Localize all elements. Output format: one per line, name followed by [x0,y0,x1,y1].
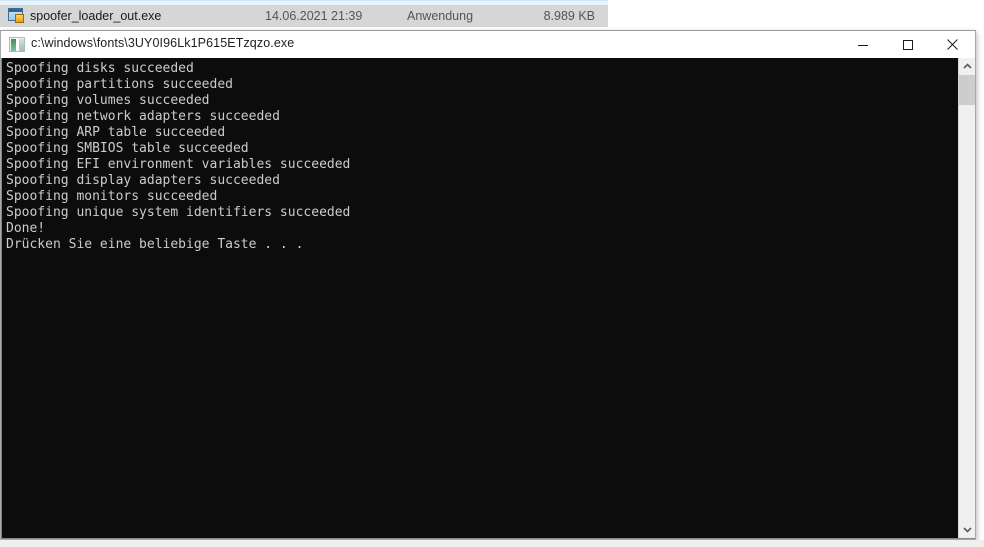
chevron-up-icon [962,63,972,69]
scrollbar-thumb[interactable] [959,75,975,105]
desktop-bottom-filler [0,540,984,547]
console-window: c:\windows\fonts\3UY0I96Lk1P615ETzqzo.ex… [0,30,976,540]
chevron-down-icon [962,527,972,533]
console-client-area[interactable]: Spoofing disks succeeded Spoofing partiti… [1,58,975,539]
console-line: Spoofing ARP table succeeded [6,125,226,140]
explorer-cell-date: 14.06.2021 21:39 [265,9,363,23]
window-controls [840,31,975,58]
console-line: Spoofing monitors succeeded [6,189,218,204]
maximize-button[interactable] [885,31,930,58]
scrollbar-up-button[interactable] [959,58,975,75]
console-line: Spoofing EFI environment variables succe… [6,157,351,172]
scrollbar-down-button[interactable] [959,521,975,538]
console-line: Spoofing volumes succeeded [6,93,210,108]
exe-application-icon [8,8,25,24]
console-line: Spoofing network adapters succeeded [6,109,280,124]
console-line: Spoofing unique system identifiers succe… [6,205,351,220]
console-title-bar[interactable]: c:\windows\fonts\3UY0I96Lk1P615ETzqzo.ex… [1,31,975,59]
minimize-icon [857,44,868,46]
console-line: Spoofing partitions succeeded [6,77,233,92]
console-line: Done! [6,221,46,236]
console-scrollbar[interactable] [958,58,975,538]
console-output: Spoofing disks succeeded Spoofing partiti… [2,58,958,538]
scrollbar-track[interactable] [959,75,975,521]
explorer-cell-size: 8.989 KB [543,9,595,23]
console-app-icon [9,37,25,52]
close-icon [947,39,958,50]
explorer-cell-type: Anwendung [407,9,474,23]
console-line: Spoofing disks succeeded [6,61,194,76]
screenshot-root: spoofer_loader_out.exe 14.06.2021 21:39 … [0,0,984,547]
close-button[interactable] [930,31,975,58]
maximize-icon [902,39,913,50]
minimize-button[interactable] [840,31,885,58]
explorer-row-selected[interactable]: spoofer_loader_out.exe 14.06.2021 21:39 … [0,5,608,27]
console-title-text: c:\windows\fonts\3UY0I96Lk1P615ETzqzo.ex… [31,36,295,50]
console-line: Drücken Sie eine beliebige Taste . . . [6,237,304,252]
explorer-row-right-filler [608,0,984,27]
console-line: Spoofing SMBIOS table succeeded [6,141,249,156]
explorer-cell-name: spoofer_loader_out.exe [30,9,162,23]
console-line: Spoofing display adapters succeeded [6,173,280,188]
